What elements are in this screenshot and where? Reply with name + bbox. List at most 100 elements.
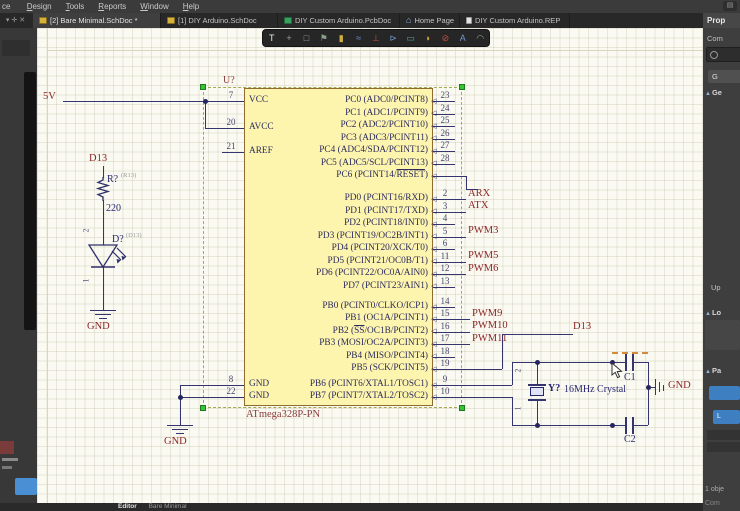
wire-tool-icon[interactable]: T [265,30,279,46]
selection-handle[interactable] [200,405,206,411]
parameter-row [707,442,740,452]
section-parameters[interactable]: ▲Pa [705,366,721,375]
selection-handle[interactable] [200,84,206,90]
place-flag-icon[interactable]: ⚑ [317,30,331,46]
menu-item-help[interactable]: Help [183,0,199,13]
gnd-label-crystal[interactable]: GND [668,380,691,391]
wire [455,319,470,321]
properties-subtitle: Com [707,34,723,43]
wire [455,397,512,399]
panels-icon[interactable]: ▤ [723,1,737,11]
crystal-pin-1: 1 [513,406,523,411]
crystal-value[interactable]: 16MHz Crystal [564,384,626,395]
cap2-designator[interactable]: C2 [624,434,636,445]
ic-part-name[interactable]: ATmega328P-PN [246,409,320,420]
search-input[interactable] [706,47,740,62]
section-general[interactable]: ▲Ge [705,88,722,97]
net-label-pwm9[interactable]: PWM9 [472,308,502,319]
place-arc-icon[interactable]: ◠ [473,30,487,46]
wire [103,200,105,245]
pin-name-pc3: PC3 (ADC3/PCINT11) [340,132,428,143]
resistor-designator[interactable]: R? [107,174,118,185]
pin-name-pb0: PB0 (PCINT0/CLKO/ICP1) [322,301,428,311]
led-pin-2: 2 [81,228,91,233]
crystal-symbol[interactable] [530,387,544,396]
led-designator[interactable]: D? [112,234,124,245]
selected-count: 1 obje [705,486,725,493]
selection-handle[interactable] [459,405,465,411]
add-button[interactable] [709,386,740,400]
wire [172,429,188,431]
capacitor-plate [625,417,627,434]
menu-item-window[interactable]: Window [140,0,168,13]
left-panel-scrollbar[interactable] [24,72,36,330]
resistor-value[interactable]: 220 [106,203,121,214]
wire [659,382,661,392]
net-label-pwm10[interactable]: PWM10 [472,320,508,331]
net-label-atx[interactable]: ATX [468,200,488,211]
crystal-designator[interactable]: Y? [548,383,560,394]
status-document: Bare Minimal [148,503,187,510]
annotation-icon[interactable]: ◗ [421,30,435,46]
pin-number: 3 [442,200,448,211]
menu-item-tools[interactable]: Tools [66,0,85,13]
tab-home-page[interactable]: ⌂ Home Page [400,13,460,28]
parameter-row [707,430,740,440]
wire [455,274,466,276]
junction-dot [177,394,183,400]
tab--2-bare-minimal-schdoc-[interactable]: [2] Bare Minimal.SchDoc * [33,13,161,28]
tab-diy-custom-arduino-rep[interactable]: DIY Custom Arduino.REP [460,13,570,28]
net-label-pwm6[interactable]: PWM6 [468,263,498,274]
menu-item-design[interactable]: Design [27,0,52,13]
active-toolbar: T + □ ⚑ ▮ ≈ ⊥ ⊳ ▭ ◗ ⊘ A ◠ [262,29,490,47]
tab--1-diy-arduino-schdoc[interactable]: [1] DIY Arduino.SchDoc [161,13,278,28]
pin-number: 10 [440,386,450,396]
wire [466,189,478,191]
place-harness-icon[interactable]: ≈ [352,30,366,46]
net-label-d13-right[interactable]: D13 [573,321,591,332]
pin-name-pb3: PB3 (MOSI/OC2A/PCINT3) [319,338,428,348]
pin-number: 4 [442,213,448,223]
no-erc-icon[interactable]: ⊘ [438,30,452,46]
power-label-5v[interactable]: 5V [43,91,56,102]
pin-number: 28 [440,152,450,163]
left-panel-text-line [2,466,12,469]
selection-handle[interactable] [459,84,465,90]
wire [205,128,244,130]
cap1-designator[interactable]: C1 [624,372,636,383]
net-label-pwm5[interactable]: PWM5 [468,250,498,261]
gnd-label-ic[interactable]: GND [164,436,187,447]
place-power-port-icon[interactable]: ⊥ [369,30,383,46]
properties-panel-header[interactable]: Prop [703,13,740,28]
properties-panel: Com G ▲Ge Up ▲Lo ▲Pa L 1 obje Com [703,28,740,511]
status-editor[interactable]: Editor [118,503,137,510]
schematic-canvas[interactable]: U? ATmega328P-PN 7 VCC 20 AVCC 21 AREF 8 GND 22 G… [37,28,703,503]
home-icon: ⌂ [406,15,412,25]
selection-box-icon[interactable]: □ [299,30,313,46]
menu-item-partial[interactable]: ce [2,0,10,13]
tab-nav-buttons[interactable]: ▾✛✕ [0,13,33,28]
net-label-d13-left[interactable]: D13 [89,153,107,164]
menu-item-reports[interactable]: Reports [98,0,126,13]
pin-number: 23 [440,90,450,100]
tab-diy-custom-arduino-pcbdoc[interactable]: DIY Custom Arduino.PcbDoc [278,13,400,28]
status-bar: Editor Bare Minimal [0,503,703,511]
net-label-pwm3[interactable]: PWM3 [468,225,498,236]
led-symbol[interactable] [86,243,136,273]
gnd-label-led[interactable]: GND [87,321,110,332]
l-button[interactable]: L [713,410,740,424]
pin-number: 17 [440,333,450,343]
update-label[interactable]: Up [711,283,721,292]
tab-general[interactable]: G [708,70,740,83]
left-panel-blue-button[interactable] [15,478,37,495]
ic-designator[interactable]: U? [223,75,235,86]
pin-number: 13 [440,275,450,286]
place-part-icon[interactable]: ▮ [334,30,348,46]
report-icon [466,17,472,24]
place-text-icon[interactable]: A [456,30,470,46]
place-junction-icon[interactable]: + [282,30,296,46]
wire [655,379,657,395]
section-location[interactable]: ▲Lo [705,308,721,317]
place-sheet-symbol-icon[interactable]: ▭ [404,30,418,46]
place-port-icon[interactable]: ⊳ [386,30,400,46]
